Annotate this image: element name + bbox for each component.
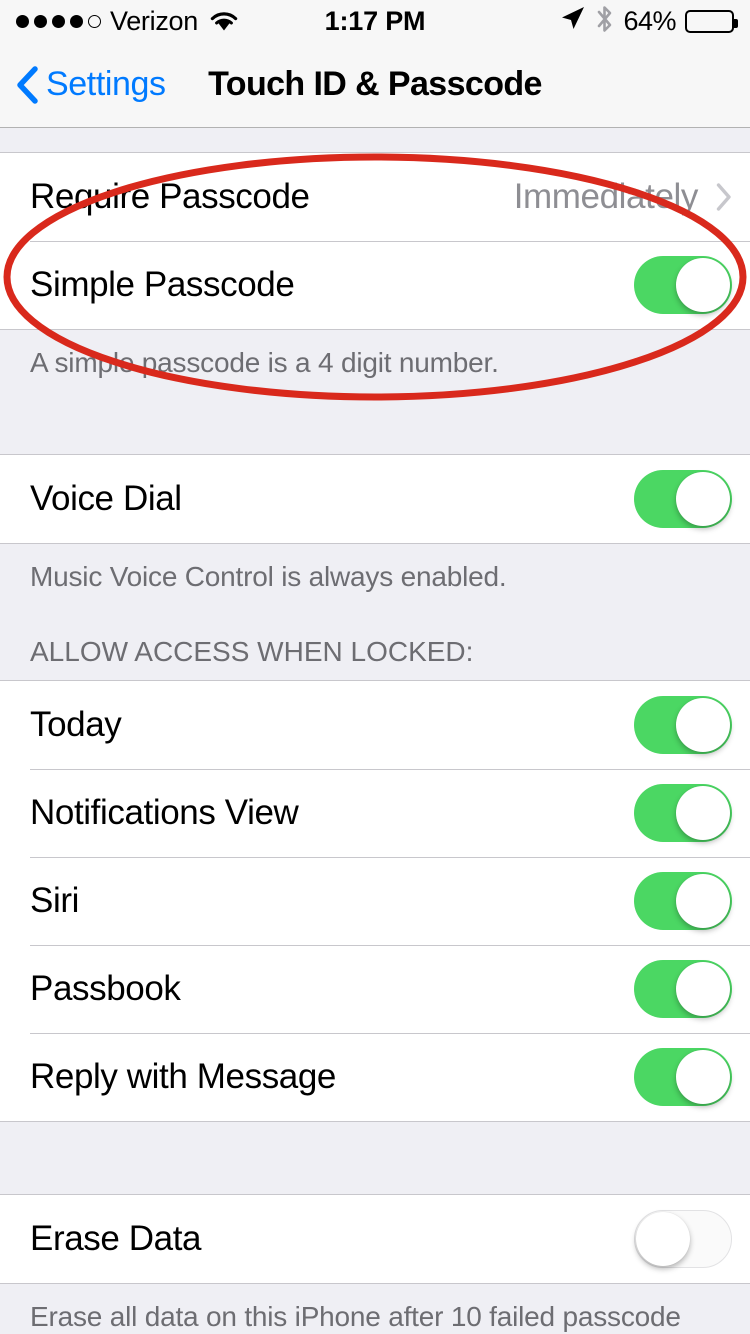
bluetooth-icon: [595, 5, 614, 38]
settings-row-label: Reply with Message: [30, 1056, 336, 1096]
toggle-switch[interactable]: [634, 783, 732, 842]
settings-row[interactable]: Erase Data: [0, 1194, 750, 1283]
toggle-knob: [636, 1211, 690, 1266]
wifi-icon: [209, 10, 239, 32]
back-button-label: Settings: [46, 65, 166, 103]
settings-row-label: Voice Dial: [30, 478, 182, 518]
battery-icon: [685, 9, 738, 33]
settings-row[interactable]: Voice Dial: [0, 454, 750, 543]
settings-row-label: Notifications View: [30, 792, 299, 832]
back-button[interactable]: Settings: [0, 65, 166, 104]
status-bar-left: Verizon: [16, 6, 239, 37]
settings-row-value: Immediately: [513, 177, 699, 216]
settings-row[interactable]: Require Passcode Immediately: [0, 153, 750, 241]
settings-row[interactable]: Notifications View: [0, 768, 750, 857]
toggle-knob: [676, 785, 730, 840]
toggle-switch[interactable]: [634, 695, 732, 754]
toggle-switch[interactable]: [634, 469, 732, 528]
chevron-right-icon: [716, 183, 732, 211]
settings-row[interactable]: Simple Passcode: [0, 241, 750, 329]
toggle-switch[interactable]: [634, 871, 732, 930]
toggle-knob: [676, 697, 730, 752]
navigation-bar: Settings Touch ID & Passcode: [0, 42, 750, 128]
settings-row-label: Erase Data: [30, 1218, 202, 1258]
signal-strength-icon: [16, 14, 101, 28]
settings-row[interactable]: Today: [0, 680, 750, 769]
section-footer: Erase all data on this iPhone after 10 f…: [0, 1283, 750, 1334]
section-footer: Music Voice Control is always enabled.: [0, 543, 750, 596]
location-arrow-icon: [559, 5, 586, 37]
settings-group: Erase Data: [0, 1193, 750, 1284]
section-gap: [0, 128, 750, 152]
toggle-knob: [676, 1049, 730, 1104]
settings-row-label: Require Passcode: [30, 177, 310, 216]
status-bar-right: 64%: [559, 5, 738, 38]
settings-row-label: Siri: [30, 880, 79, 920]
toggle-switch[interactable]: [634, 1047, 732, 1106]
section-gap: [0, 1121, 750, 1194]
settings-group: Today Notifications View Siri Passbook Reply…: [0, 679, 750, 1122]
toggle-switch[interactable]: [634, 959, 732, 1018]
carrier-label: Verizon: [110, 5, 198, 36]
toggle-knob: [676, 873, 730, 928]
toggle-knob: [676, 961, 730, 1016]
toggle-switch[interactable]: [634, 256, 732, 314]
chevron-left-icon: [16, 65, 38, 104]
battery-percent-label: 64%: [623, 5, 676, 36]
settings-row-label: Passbook: [30, 968, 181, 1008]
section-gap: [0, 381, 750, 454]
settings-group: Require Passcode Immediately Simple Passco…: [0, 152, 750, 330]
iphone-screen: Verizon 1:17 PM 64% Settings Touch ID & …: [0, 0, 750, 1334]
toggle-switch[interactable]: [634, 1209, 732, 1268]
settings-row[interactable]: Reply with Message: [0, 1032, 750, 1121]
settings-row[interactable]: Passbook: [0, 944, 750, 1033]
settings-row-label: Simple Passcode: [30, 265, 295, 304]
toggle-knob: [676, 258, 730, 312]
status-bar: Verizon 1:17 PM 64%: [0, 0, 750, 42]
settings-row-label: Today: [30, 704, 122, 744]
settings-list: Require Passcode Immediately Simple Passco…: [0, 128, 750, 1334]
section-header: ALLOW ACCESS WHEN LOCKED:: [0, 595, 750, 680]
toggle-knob: [676, 471, 730, 526]
settings-row[interactable]: Siri: [0, 856, 750, 945]
section-footer: A simple passcode is a 4 digit number.: [0, 330, 750, 382]
settings-group: Voice Dial: [0, 453, 750, 544]
